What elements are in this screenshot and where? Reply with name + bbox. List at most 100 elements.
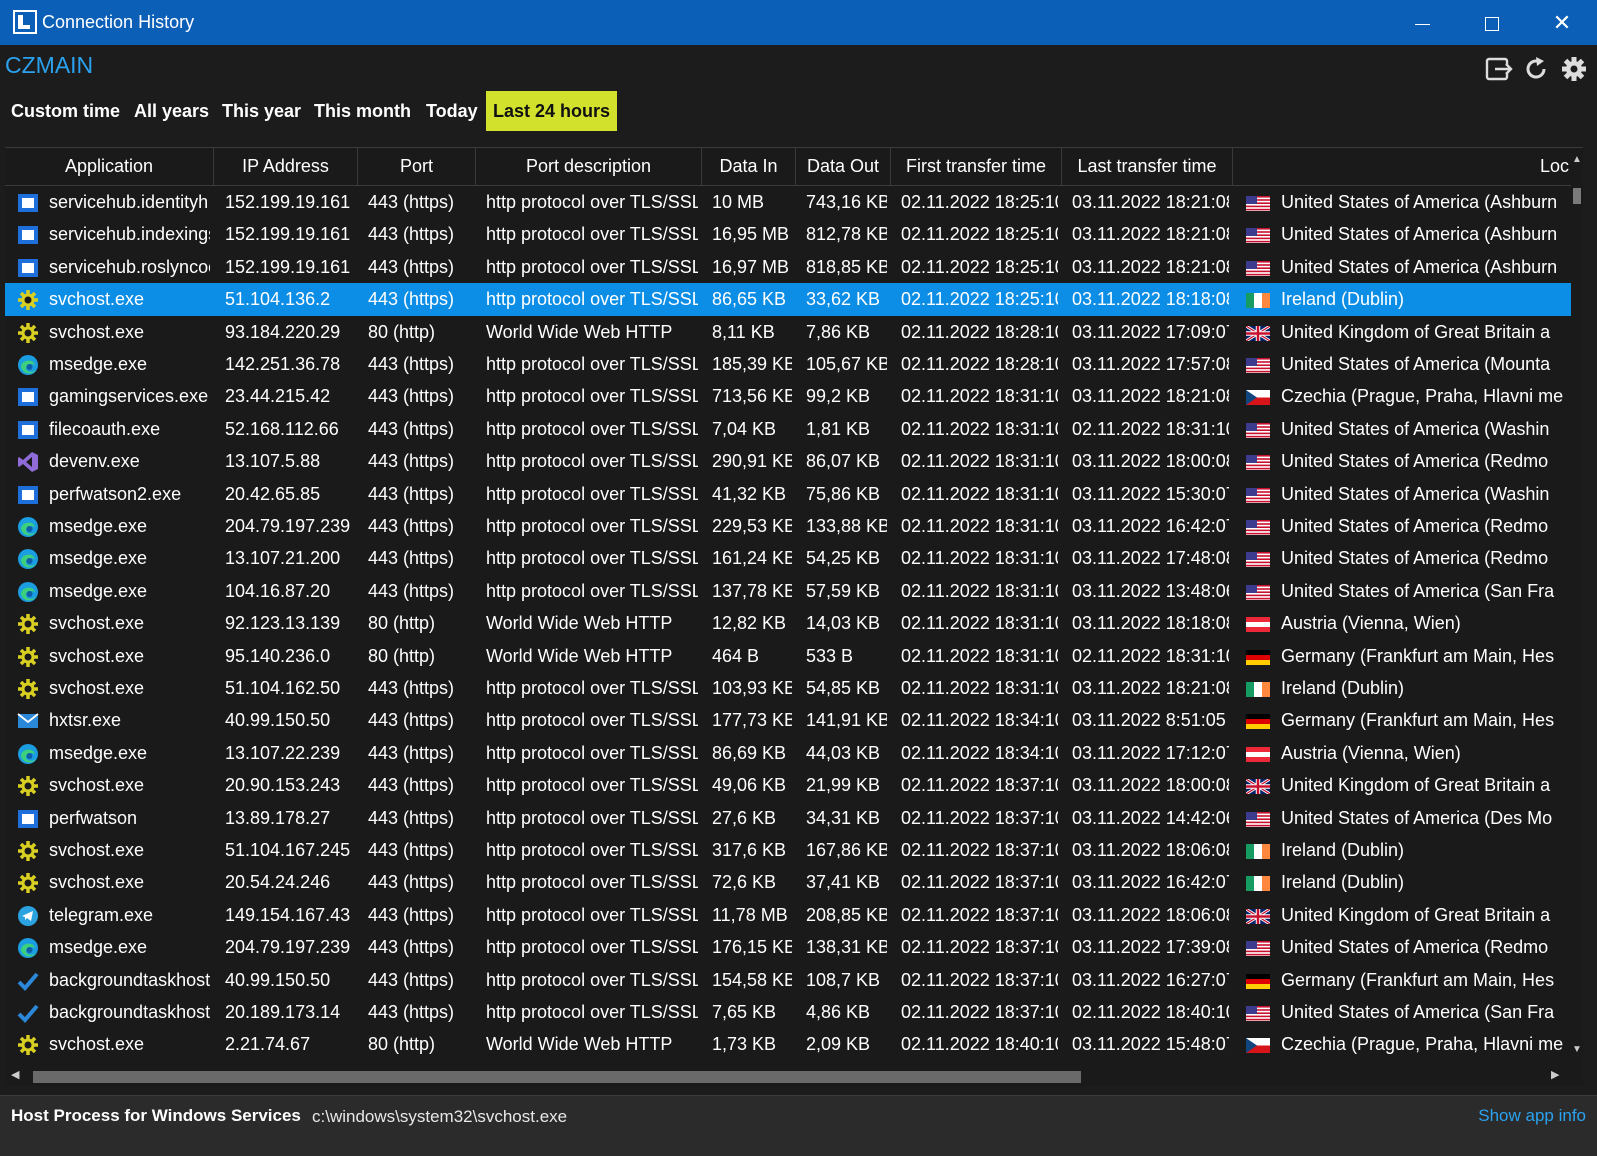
cell-data-in: 16,97 MB <box>712 256 790 277</box>
close-button[interactable]: ✕ <box>1527 0 1597 45</box>
flag-us-icon <box>1246 358 1270 373</box>
table-row[interactable]: msedge.exe 13.107.22.239 443 (https) http p… <box>5 737 1571 770</box>
flag-gb-icon <box>1245 907 1271 926</box>
column-header-first-transfer-time[interactable]: First transfer time <box>891 148 1062 185</box>
table-row[interactable]: servicehub.indexings 152.199.19.161 443 (h… <box>5 218 1571 251</box>
scroll-right-arrow-icon[interactable]: ▶ <box>1551 1068 1559 1081</box>
table-row[interactable]: servicehub.identityh 152.199.19.161 443 (h… <box>5 186 1571 219</box>
cell-ip-address: 13.107.22.239 <box>225 742 341 763</box>
table-row[interactable]: svchost.exe 95.140.236.0 80 (http) World Wi… <box>5 640 1571 673</box>
cell-location: Czechia (Prague, Praha, Hlavni me <box>1281 386 1564 407</box>
column-header-port-description[interactable]: Port description <box>476 148 702 185</box>
column-header-location[interactable]: Loc <box>1233 148 1571 185</box>
table-row[interactable]: msedge.exe 204.79.197.239 443 (https) http … <box>5 510 1571 543</box>
cell-ip-address: 40.99.150.50 <box>225 969 331 990</box>
cell-port: 443 (https) <box>368 289 455 310</box>
cell-port-description: http protocol over TLS/SSL <box>486 580 698 601</box>
table-header: Application IP Address Port Port descrip… <box>5 148 1571 186</box>
column-header-ip-address[interactable]: IP Address <box>214 148 358 185</box>
horizontal-scrollbar[interactable]: ◀ ▶ <box>5 1066 1571 1086</box>
close-icon: ✕ <box>1552 10 1572 35</box>
table-row[interactable]: telegram.exe 149.154.167.43 443 (https) htt… <box>5 899 1571 932</box>
scroll-down-arrow-icon[interactable]: ▼ <box>1571 1044 1583 1056</box>
cell-ip-address: 142.251.36.78 <box>225 354 341 374</box>
cell-port-description: World Wide Web HTTP <box>486 613 673 634</box>
cell-location: Germany (Frankfurt am Main, Hes <box>1281 710 1555 731</box>
table-row[interactable]: servicehub.roslyncoc 152.199.19.161 443 (h… <box>5 251 1571 284</box>
table-row[interactable]: filecoauth.exe 52.168.112.66 443 (https) ht… <box>5 413 1571 446</box>
cell-port: 443 (https) <box>368 418 455 439</box>
mail-icon <box>17 710 39 732</box>
cell-last-transfer-time: 02.11.2022 18:31:10 <box>1072 645 1229 666</box>
table-row[interactable]: msedge.exe 104.16.87.20 443 (https) http pr… <box>5 575 1571 608</box>
table-row[interactable]: svchost.exe 20.90.153.243 443 (https) http … <box>5 769 1571 802</box>
cell-application: backgroundtaskhost <box>49 969 210 990</box>
cell-data-out: 44,03 KB <box>806 742 881 763</box>
checkmark-icon <box>17 970 39 992</box>
table-row[interactable]: svchost.exe 51.104.162.50 443 (https) http … <box>5 672 1571 705</box>
window-icon <box>17 192 39 214</box>
table-row[interactable]: gamingservices.exe 23.44.215.42 443 (https… <box>5 380 1571 413</box>
cell-data-out: 533 B <box>806 645 854 666</box>
vertical-scrollbar[interactable]: ▲ ▼ <box>1571 148 1583 1066</box>
table-row[interactable]: msedge.exe 13.107.21.200 443 (https) http p… <box>5 542 1571 575</box>
column-header-data-out[interactable]: Data Out <box>796 148 891 185</box>
vertical-scroll-thumb[interactable] <box>1573 188 1581 204</box>
column-header-last-transfer-time[interactable]: Last transfer time <box>1062 148 1233 185</box>
table-row[interactable]: svchost.exe 93.184.220.29 80 (http) World W… <box>5 316 1571 349</box>
minimize-button[interactable] <box>1387 0 1457 45</box>
cell-application: msedge.exe <box>49 548 148 569</box>
column-header-application[interactable]: Application <box>5 148 214 185</box>
cell-first-transfer-time: 02.11.2022 18:31:10 <box>901 678 1058 698</box>
cell-port-description: http protocol over TLS/SSL <box>486 710 698 731</box>
refresh-icon[interactable] <box>1522 55 1550 83</box>
filter-last-24-hours[interactable]: Last 24 hours <box>486 91 618 131</box>
show-app-info-link[interactable]: Show app info <box>1478 1106 1586 1126</box>
column-header-data-in[interactable]: Data In <box>702 148 796 185</box>
cell-data-in: 27,6 KB <box>712 807 777 828</box>
edge-icon <box>17 548 39 570</box>
column-header-port[interactable]: Port <box>358 148 476 185</box>
table-row[interactable]: perfwatson 13.89.178.27 443 (https) http pr… <box>5 802 1571 835</box>
cell-location: United States of America (Redmo <box>1281 451 1549 472</box>
table-row[interactable]: hxtsr.exe 40.99.150.50 443 (https) http pro… <box>5 704 1571 737</box>
filter-this-month[interactable]: This month <box>314 91 411 131</box>
edge-icon <box>17 354 39 376</box>
cell-data-out: 33,62 KB <box>806 289 881 310</box>
table-row[interactable]: msedge.exe 204.79.197.239 443 (https) http … <box>5 931 1571 964</box>
table-row[interactable]: svchost.exe 20.54.24.246 443 (https) http p… <box>5 866 1571 899</box>
table-body: servicehub.identityh 152.199.19.161 443 (h… <box>5 186 1571 1066</box>
table-row[interactable]: svchost.exe 51.104.136.2 443 (https) http p… <box>5 283 1571 317</box>
table-row[interactable]: devenv.exe 13.107.5.88 443 (https) http pro… <box>5 445 1571 478</box>
cell-port-description: http protocol over TLS/SSL <box>486 516 698 536</box>
horizontal-scroll-thumb[interactable] <box>33 1071 1081 1083</box>
table-row[interactable]: backgroundtaskhost 20.189.173.14 443 (http… <box>5 996 1571 1029</box>
filter-custom-time[interactable]: Custom time <box>11 91 120 131</box>
scroll-up-arrow-icon[interactable]: ▲ <box>1571 154 1583 166</box>
cell-port: 443 (https) <box>368 937 455 958</box>
scroll-left-arrow-icon[interactable]: ◀ <box>11 1068 19 1081</box>
cell-last-transfer-time: 03.11.2022 17:12:07 <box>1072 742 1229 763</box>
table-row[interactable]: svchost.exe 51.104.167.245 443 (https) http… <box>5 834 1571 867</box>
cell-port-description: http protocol over TLS/SSL <box>486 256 698 277</box>
cell-location: United Kingdom of Great Britain a <box>1281 904 1551 925</box>
cell-application: svchost.exe <box>49 1034 145 1055</box>
filter-all-years[interactable]: All years <box>134 91 209 131</box>
cell-location: United States of America (Mounta <box>1281 354 1551 374</box>
table-row[interactable]: msedge.exe 142.251.36.78 443 (https) http p… <box>5 348 1571 381</box>
settings-icon[interactable] <box>1560 55 1588 83</box>
table-row[interactable]: perfwatson2.exe 20.42.65.85 443 (https) htt… <box>5 478 1571 511</box>
cell-port: 443 (https) <box>368 678 455 698</box>
flag-de-icon <box>1246 973 1270 989</box>
filter-this-year[interactable]: This year <box>222 91 301 131</box>
export-icon[interactable] <box>1485 55 1513 83</box>
cell-port: 80 (http) <box>368 613 436 634</box>
status-bar: Host Process for Windows Services c:\win… <box>0 1095 1597 1156</box>
maximize-button[interactable] <box>1457 0 1527 45</box>
filter-today[interactable]: Today <box>426 91 478 131</box>
table-row[interactable]: svchost.exe 2.21.74.67 80 (http) World Wide… <box>5 1028 1571 1061</box>
table-row[interactable]: svchost.exe 92.123.13.139 80 (http) World W… <box>5 607 1571 640</box>
cell-last-transfer-time: 03.11.2022 14:42:06 <box>1072 807 1229 828</box>
flag-ie-icon <box>1246 844 1270 859</box>
table-row[interactable]: backgroundtaskhost 40.99.150.50 443 (https… <box>5 964 1571 997</box>
